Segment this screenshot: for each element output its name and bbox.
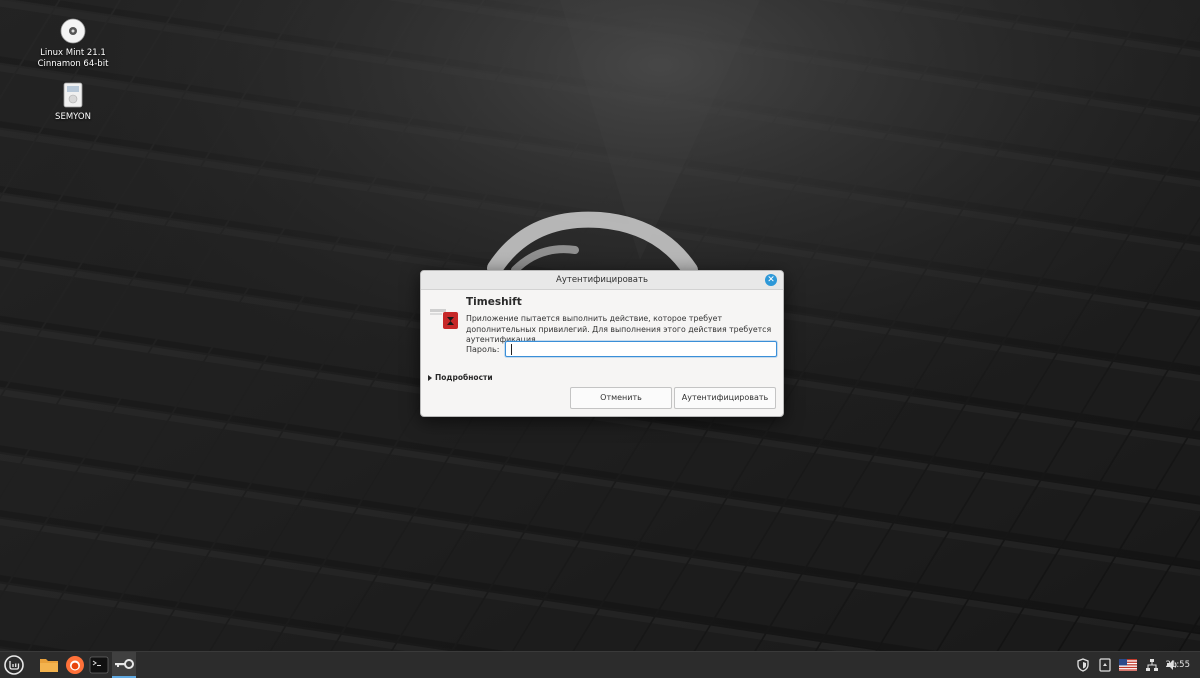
firefox-icon [66, 656, 84, 674]
close-button[interactable]: ✕ [765, 274, 777, 286]
drive-icon [63, 82, 83, 108]
dialog-titlebar[interactable]: Аутентифицировать ✕ [421, 271, 783, 290]
desktop-icon-label-sub: Cinnamon 64-bit [37, 59, 109, 69]
shield-icon[interactable] [1076, 658, 1090, 672]
text-caret [511, 344, 512, 355]
password-label: Пароль: [466, 345, 500, 354]
mint-menu-icon [4, 655, 24, 675]
taskbar: 21:55 [0, 651, 1200, 678]
us-flag-icon[interactable] [1119, 659, 1137, 671]
desktop: Linux Mint 21.1 Cinnamon 64-bit SEMYON А… [0, 0, 1200, 651]
details-expander[interactable]: Подробности [428, 373, 493, 382]
clock[interactable]: 21:55 [1166, 652, 1191, 678]
timeshift-icon [430, 309, 458, 329]
desktop-icon-computer[interactable]: Linux Mint 21.1 Cinnamon 64-bit [28, 18, 118, 70]
mint-menu-button[interactable] [2, 652, 26, 678]
desktop-icon-semyon[interactable]: SEMYON [28, 82, 118, 123]
disc-icon [60, 18, 86, 44]
expander-arrow-icon [428, 375, 432, 381]
details-label: Подробности [435, 373, 493, 382]
desktop-icon-label: Linux Mint 21.1 [40, 48, 106, 58]
key-authentication-icon [115, 659, 134, 669]
authentication-dialog: Аутентифицировать ✕ Timeshift Приложение… [420, 270, 784, 417]
terminal-icon [89, 656, 109, 674]
dialog-title: Аутентифицировать [556, 275, 648, 285]
cancel-button[interactable]: Отменить [570, 387, 672, 409]
terminal-launcher[interactable] [87, 652, 111, 678]
close-icon: ✕ [767, 275, 775, 285]
password-field[interactable] [505, 341, 777, 357]
files-folder-icon [40, 659, 58, 672]
update-manager-icon[interactable] [1099, 658, 1111, 672]
taskbar-auth-window[interactable] [112, 652, 136, 678]
firefox-launcher[interactable] [63, 652, 87, 678]
app-name: Timeshift [466, 296, 522, 308]
network-icon[interactable] [1145, 658, 1159, 672]
desktop-icon-label: SEMYON [55, 112, 91, 122]
files-launcher[interactable] [37, 652, 61, 678]
authenticate-button[interactable]: Аутентифицировать [674, 387, 776, 409]
system-tray [1076, 652, 1179, 678]
